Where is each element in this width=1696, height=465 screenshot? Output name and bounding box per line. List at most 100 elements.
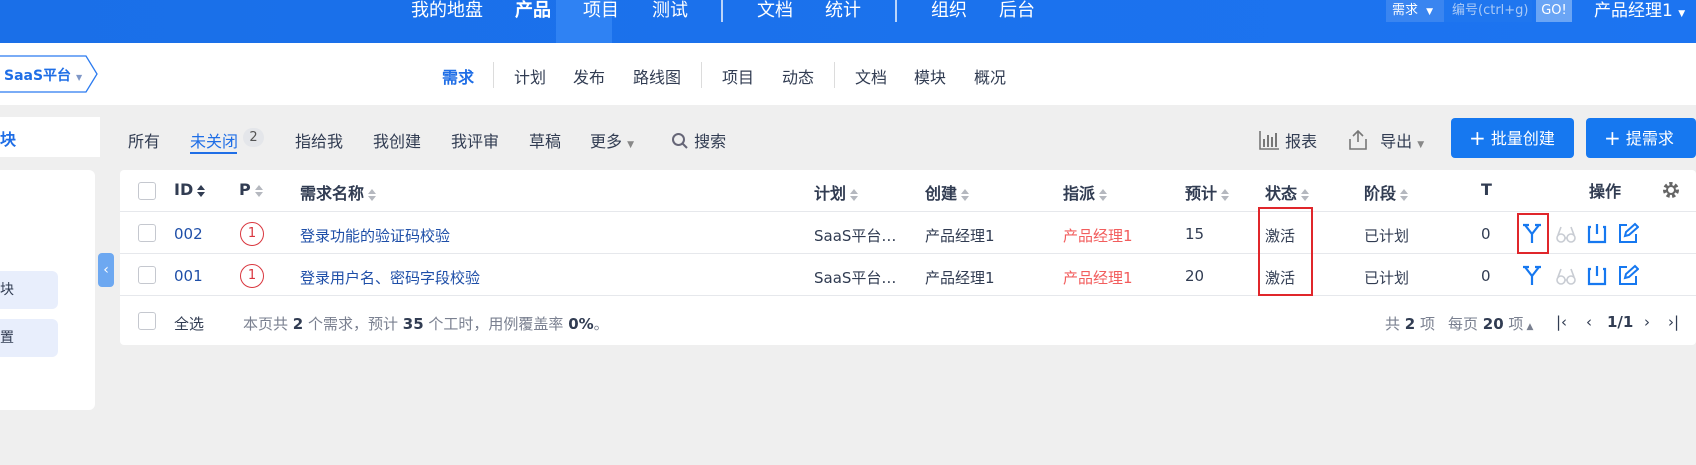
go-button[interactable]: GO! <box>1536 0 1572 22</box>
caret-up-icon: ▲ <box>1526 322 1534 332</box>
story-title-link[interactable]: 登录用户名、密码字段校验 <box>300 267 480 288</box>
nav-item-product[interactable]: 产品 <box>515 0 551 25</box>
prev-page-icon[interactable]: ‹ <box>1586 313 1592 331</box>
subnav-separator <box>493 62 494 88</box>
row-checkbox[interactable] <box>138 266 156 284</box>
select-all-checkbox[interactable] <box>138 312 156 330</box>
story-assignee[interactable]: 产品经理1 <box>1063 267 1133 288</box>
create-story-button[interactable]: + 提需求 <box>1586 118 1696 158</box>
last-page-icon[interactable]: ›| <box>1668 313 1679 331</box>
search-toggle[interactable]: 搜索 <box>671 128 726 152</box>
module-tab-label: 块 <box>0 130 17 149</box>
story-tasks: 0 <box>1481 225 1491 243</box>
product-selector[interactable]: SaaS平台 ▼ <box>0 52 100 96</box>
nav-item-test[interactable]: 测试 <box>652 0 688 25</box>
story-plan: SaaS平台… <box>814 227 897 245</box>
total-text: 项 <box>1415 315 1435 333</box>
subnav-item-overview[interactable]: 概况 <box>974 64 1006 88</box>
filter-tab-more[interactable]: 更多 ▼ <box>590 128 634 152</box>
filter-tab-draft[interactable]: 草稿 <box>529 128 561 152</box>
priority-badge: 1 <box>240 264 264 288</box>
subnav-item-module[interactable]: 模块 <box>914 64 946 88</box>
col-header-pri[interactable]: P <box>239 180 264 199</box>
sort-icon <box>1221 188 1230 201</box>
col-header-plan[interactable]: 计划 <box>814 180 859 204</box>
filter-tab-all[interactable]: 所有 <box>128 128 160 152</box>
report-button[interactable]: 报表 <box>1258 128 1317 152</box>
search-input[interactable]: 编号(ctrl+g) <box>1444 0 1532 22</box>
col-header-assignee[interactable]: 指派 <box>1063 180 1108 204</box>
per-page-selector[interactable]: 每页 20 项 ▲ <box>1448 313 1533 334</box>
col-header-id-label: ID <box>174 180 194 199</box>
nav-item-doc[interactable]: 文档 <box>757 0 793 25</box>
sort-icon <box>368 188 377 201</box>
filter-tab-unclosed[interactable]: 未关闭 <box>190 128 238 152</box>
subnav-item-dynamic[interactable]: 动态 <box>782 64 814 88</box>
sort-icon <box>1301 188 1310 201</box>
summary-coverage: 0% <box>568 315 594 333</box>
row-checkbox[interactable] <box>138 224 156 242</box>
export-button[interactable]: 导出 ▼ <box>1347 128 1424 152</box>
col-header-id[interactable]: ID <box>174 180 206 199</box>
change-story-icon[interactable] <box>1521 265 1543 287</box>
story-title-link[interactable]: 登录功能的验证码校验 <box>300 225 450 246</box>
col-header-pri-label: P <box>239 180 251 199</box>
nav-item-admin[interactable]: 后台 <box>999 0 1035 25</box>
story-assignee[interactable]: 产品经理1 <box>1063 225 1133 246</box>
story-id[interactable]: 002 <box>174 225 203 243</box>
subnav-item-project[interactable]: 项目 <box>722 64 754 88</box>
subnav-item-plan[interactable]: 计划 <box>514 64 546 88</box>
select-all-label[interactable]: 全选 <box>174 313 204 334</box>
caret-down-icon: ▼ <box>75 73 83 82</box>
filter-tab-assigned-to-me[interactable]: 指给我 <box>295 128 343 152</box>
sidebar-collapse-button[interactable]: ‹ <box>98 253 114 287</box>
col-header-title[interactable]: 需求名称 <box>300 180 377 204</box>
story-id[interactable]: 001 <box>174 267 203 285</box>
col-header-t[interactable]: T <box>1481 180 1492 199</box>
module-tab[interactable]: 块 <box>0 117 100 157</box>
story-stage: 已计划 <box>1364 227 1410 245</box>
story-stage: 已计划 <box>1364 269 1410 287</box>
nav-item-my-dashboard[interactable]: 我的地盘 <box>411 0 483 25</box>
product-selector-label: SaaS平台 ▼ <box>4 65 82 85</box>
header-checkbox[interactable] <box>138 182 156 200</box>
total-number: 2 <box>1404 315 1416 333</box>
col-header-estimate[interactable]: 预计 <box>1185 180 1230 204</box>
review-icon[interactable] <box>1555 223 1577 245</box>
subnav-item-roadmap[interactable]: 路线图 <box>633 64 681 88</box>
edit-icon[interactable] <box>1617 264 1639 286</box>
left-panel-button[interactable]: 置 <box>0 319 58 357</box>
search-icon <box>672 133 688 149</box>
page-indicator: 1/1 <box>1607 313 1634 331</box>
close-story-icon[interactable] <box>1586 222 1608 244</box>
settings-gear-icon[interactable] <box>1661 180 1681 200</box>
next-page-icon[interactable]: › <box>1644 313 1650 331</box>
batch-create-button[interactable]: + 批量创建 <box>1451 118 1574 158</box>
review-icon[interactable] <box>1555 265 1577 287</box>
nav-item-org[interactable]: 组织 <box>931 0 967 25</box>
sort-icon <box>1400 188 1409 201</box>
col-header-title-label: 需求名称 <box>300 184 365 203</box>
filter-tab-created-by-me[interactable]: 我创建 <box>373 128 421 152</box>
plus-icon: + <box>1604 126 1621 150</box>
col-header-stage[interactable]: 阶段 <box>1364 180 1409 204</box>
close-story-icon[interactable] <box>1586 264 1608 286</box>
nav-item-stats[interactable]: 统计 <box>825 0 861 25</box>
user-menu[interactable]: 产品经理1 ▼ <box>1594 0 1685 25</box>
col-header-actions: 操作 <box>1589 182 1622 201</box>
left-panel-button[interactable]: 块 <box>0 271 58 309</box>
first-page-icon[interactable]: |‹ <box>1556 313 1567 331</box>
filter-tab-reviewed-by-me[interactable]: 我评审 <box>451 128 499 152</box>
priority-badge: 1 <box>240 222 264 246</box>
sub-navbar <box>0 43 1696 105</box>
sort-icon <box>254 184 264 197</box>
subnav-item-release[interactable]: 发布 <box>573 64 605 88</box>
subnav-item-story[interactable]: 需求 <box>442 64 474 88</box>
subnav-item-doc[interactable]: 文档 <box>855 64 887 88</box>
col-header-status[interactable]: 状态 <box>1265 180 1310 204</box>
col-header-creator[interactable]: 创建 <box>925 180 970 204</box>
row-divider <box>120 295 1696 296</box>
nav-item-project[interactable]: 项目 <box>583 0 619 25</box>
edit-icon[interactable] <box>1617 222 1639 244</box>
search-type-select[interactable]: 需求 ▼ <box>1386 0 1444 22</box>
